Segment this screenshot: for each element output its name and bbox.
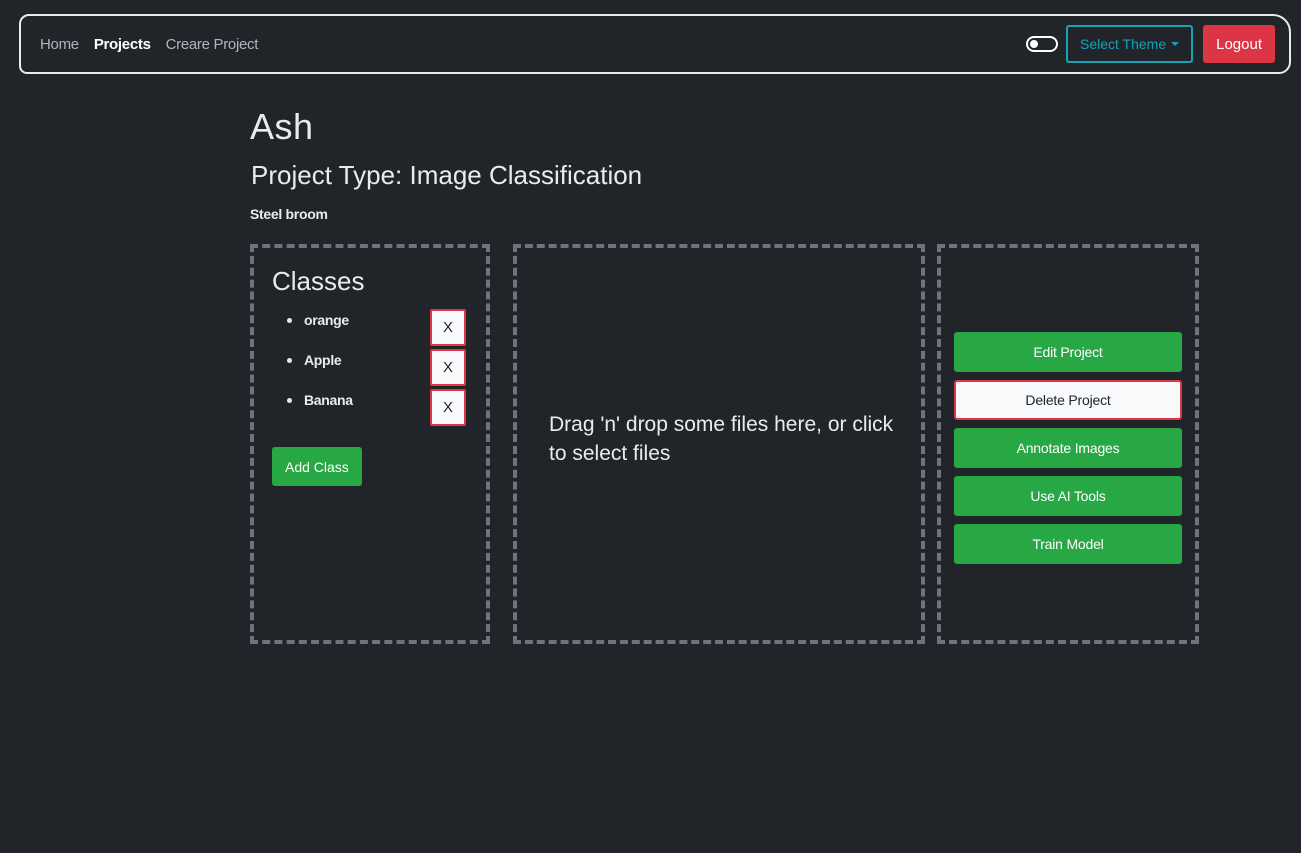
top-navbar: Home Projects Creare Project Select Them… bbox=[19, 14, 1291, 74]
bullet-icon bbox=[287, 397, 292, 403]
add-class-button[interactable]: Add Class bbox=[272, 447, 362, 486]
class-name: Banana bbox=[304, 392, 353, 408]
file-dropzone[interactable]: Drag 'n' drop some files here, or click … bbox=[513, 244, 925, 644]
nav-link-home[interactable]: Home bbox=[40, 36, 79, 53]
project-description: Steel broom bbox=[250, 206, 328, 222]
remove-class-button[interactable]: X bbox=[430, 389, 466, 426]
nav-link-projects[interactable]: Projects bbox=[94, 36, 151, 53]
classes-panel: Classes orange X Apple X Banana X Add Cl… bbox=[250, 244, 490, 644]
class-name: Apple bbox=[304, 352, 342, 368]
caret-down-icon bbox=[1171, 42, 1180, 46]
toggle-knob-icon bbox=[1029, 40, 1038, 48]
actions-list: Edit Project Delete Project Annotate Ima… bbox=[954, 332, 1182, 564]
select-theme-label: Select Theme bbox=[1079, 36, 1167, 52]
class-name: orange bbox=[304, 312, 349, 328]
class-list-item: orange X bbox=[272, 307, 468, 347]
class-list-item: Banana X bbox=[272, 387, 468, 427]
project-type: Project Type: Image Classification bbox=[251, 160, 643, 190]
train-model-button[interactable]: Train Model bbox=[954, 524, 1182, 564]
nav-link-create-project[interactable]: Creare Project bbox=[166, 36, 259, 53]
remove-class-button[interactable]: X bbox=[430, 349, 466, 386]
project-title: Ash bbox=[250, 106, 314, 147]
use-ai-tools-button[interactable]: Use AI Tools bbox=[954, 476, 1182, 516]
class-list-item: Apple X bbox=[272, 347, 468, 387]
logout-button[interactable]: Logout bbox=[1203, 25, 1275, 63]
dropzone-text: Drag 'n' drop some files here, or click … bbox=[549, 413, 894, 465]
class-list: orange X Apple X Banana X bbox=[272, 307, 468, 427]
edit-project-button[interactable]: Edit Project bbox=[954, 332, 1182, 372]
annotate-images-button[interactable]: Annotate Images bbox=[954, 428, 1182, 468]
classes-heading: Classes bbox=[272, 266, 365, 296]
select-theme-dropdown[interactable]: Select Theme bbox=[1065, 25, 1194, 63]
project-actions-panel: Edit Project Delete Project Annotate Ima… bbox=[937, 244, 1199, 644]
delete-project-button[interactable]: Delete Project bbox=[954, 380, 1182, 420]
nav-right-controls: Select Theme Logout bbox=[1025, 25, 1275, 63]
remove-class-button[interactable]: X bbox=[430, 309, 466, 346]
bullet-icon bbox=[287, 357, 292, 363]
nav-links: Home Projects Creare Project bbox=[40, 36, 258, 53]
dark-mode-toggle[interactable] bbox=[1025, 36, 1058, 52]
bullet-icon bbox=[287, 317, 292, 323]
